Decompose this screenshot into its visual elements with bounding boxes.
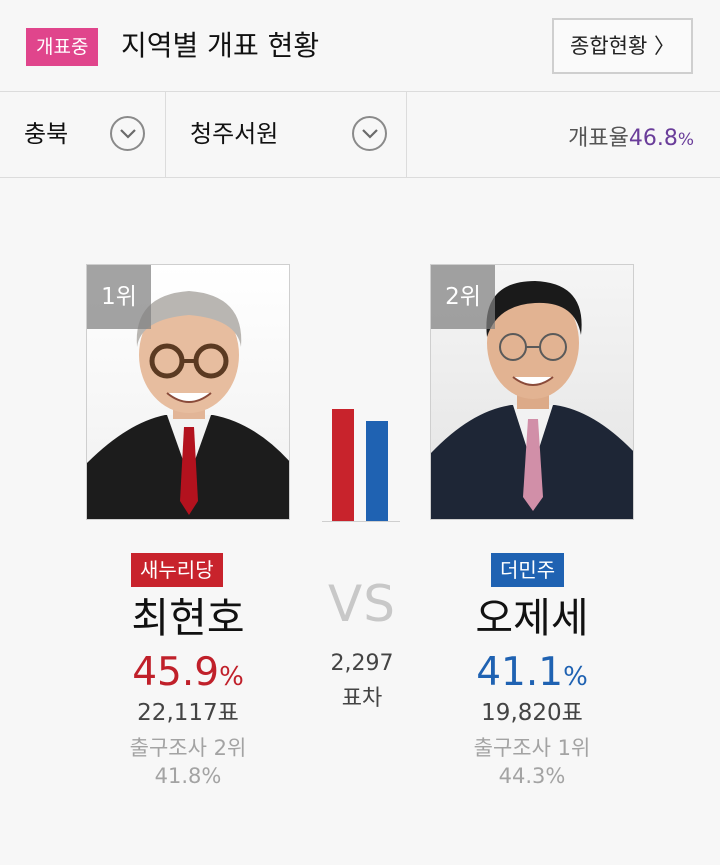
candidate-2-name: 오제세 <box>475 594 589 642</box>
candidate-2-percent-unit: % <box>563 662 588 692</box>
exit-poll-rank: 출구조사 1위 <box>473 736 591 760</box>
rank-badge: 2위 <box>431 265 495 329</box>
vote-share-chart <box>322 380 400 522</box>
exit-poll-percent: 44.3% <box>498 764 566 788</box>
district-select[interactable]: 청주서원 <box>166 92 407 178</box>
candidate-2-percent: 41.1% <box>430 648 634 702</box>
page-title: 지역별 개표 현황 <box>121 29 320 62</box>
vote-share-bar <box>332 409 354 521</box>
candidate-1-percent-unit: % <box>219 662 244 692</box>
counting-rate-value: 46.8 <box>628 126 678 151</box>
candidate-1-percent-value: 45.9 <box>132 650 220 695</box>
vs-label: VS <box>328 575 396 633</box>
counting-rate: 개표율46.8% <box>568 120 694 152</box>
rank-badge: 1위 <box>87 265 151 329</box>
chevron-down-icon[interactable] <box>110 116 145 151</box>
region-select[interactable]: 충북 <box>0 92 166 178</box>
candidate-1-votes: 22,117표 <box>137 700 239 726</box>
candidate-1-exit-poll: 출구조사 2위 41.8% <box>86 734 290 790</box>
vote-share-bar <box>366 421 388 521</box>
chart-baseline <box>322 521 400 522</box>
live-counting-badge: 개표중 <box>26 28 99 66</box>
district-select-label: 청주서원 <box>190 120 279 148</box>
candidate-2-votes: 19,820표 <box>481 700 583 726</box>
candidate-2-percent-value: 41.1 <box>476 650 564 695</box>
exit-poll-percent: 41.8% <box>154 764 222 788</box>
exit-poll-rank: 출구조사 2위 <box>129 736 247 760</box>
candidate-1-name: 최현호 <box>131 594 245 642</box>
candidate-2-photo: 2위 <box>430 264 634 520</box>
chevron-down-icon[interactable] <box>352 116 387 151</box>
candidate-1-photo: 1위 <box>86 264 290 520</box>
candidate-1-percent: 45.9% <box>86 648 290 702</box>
vote-gap-value: 2,297 <box>330 651 394 676</box>
counting-rate-label: 개표율 <box>568 126 629 151</box>
candidate-2-exit-poll: 출구조사 1위 44.3% <box>430 734 634 790</box>
party-badge-saenuri: 새누리당 <box>131 553 223 587</box>
vote-gap-label: 표차 <box>341 686 383 711</box>
page-header: 개표중 지역별 개표 현황 종합현황 〉 <box>0 0 720 92</box>
counting-rate-unit: % <box>677 130 694 150</box>
summary-button[interactable]: 종합현황 〉 <box>552 18 693 74</box>
party-badge-minjoo: 더민주 <box>491 553 565 587</box>
region-select-label: 충북 <box>24 120 69 148</box>
